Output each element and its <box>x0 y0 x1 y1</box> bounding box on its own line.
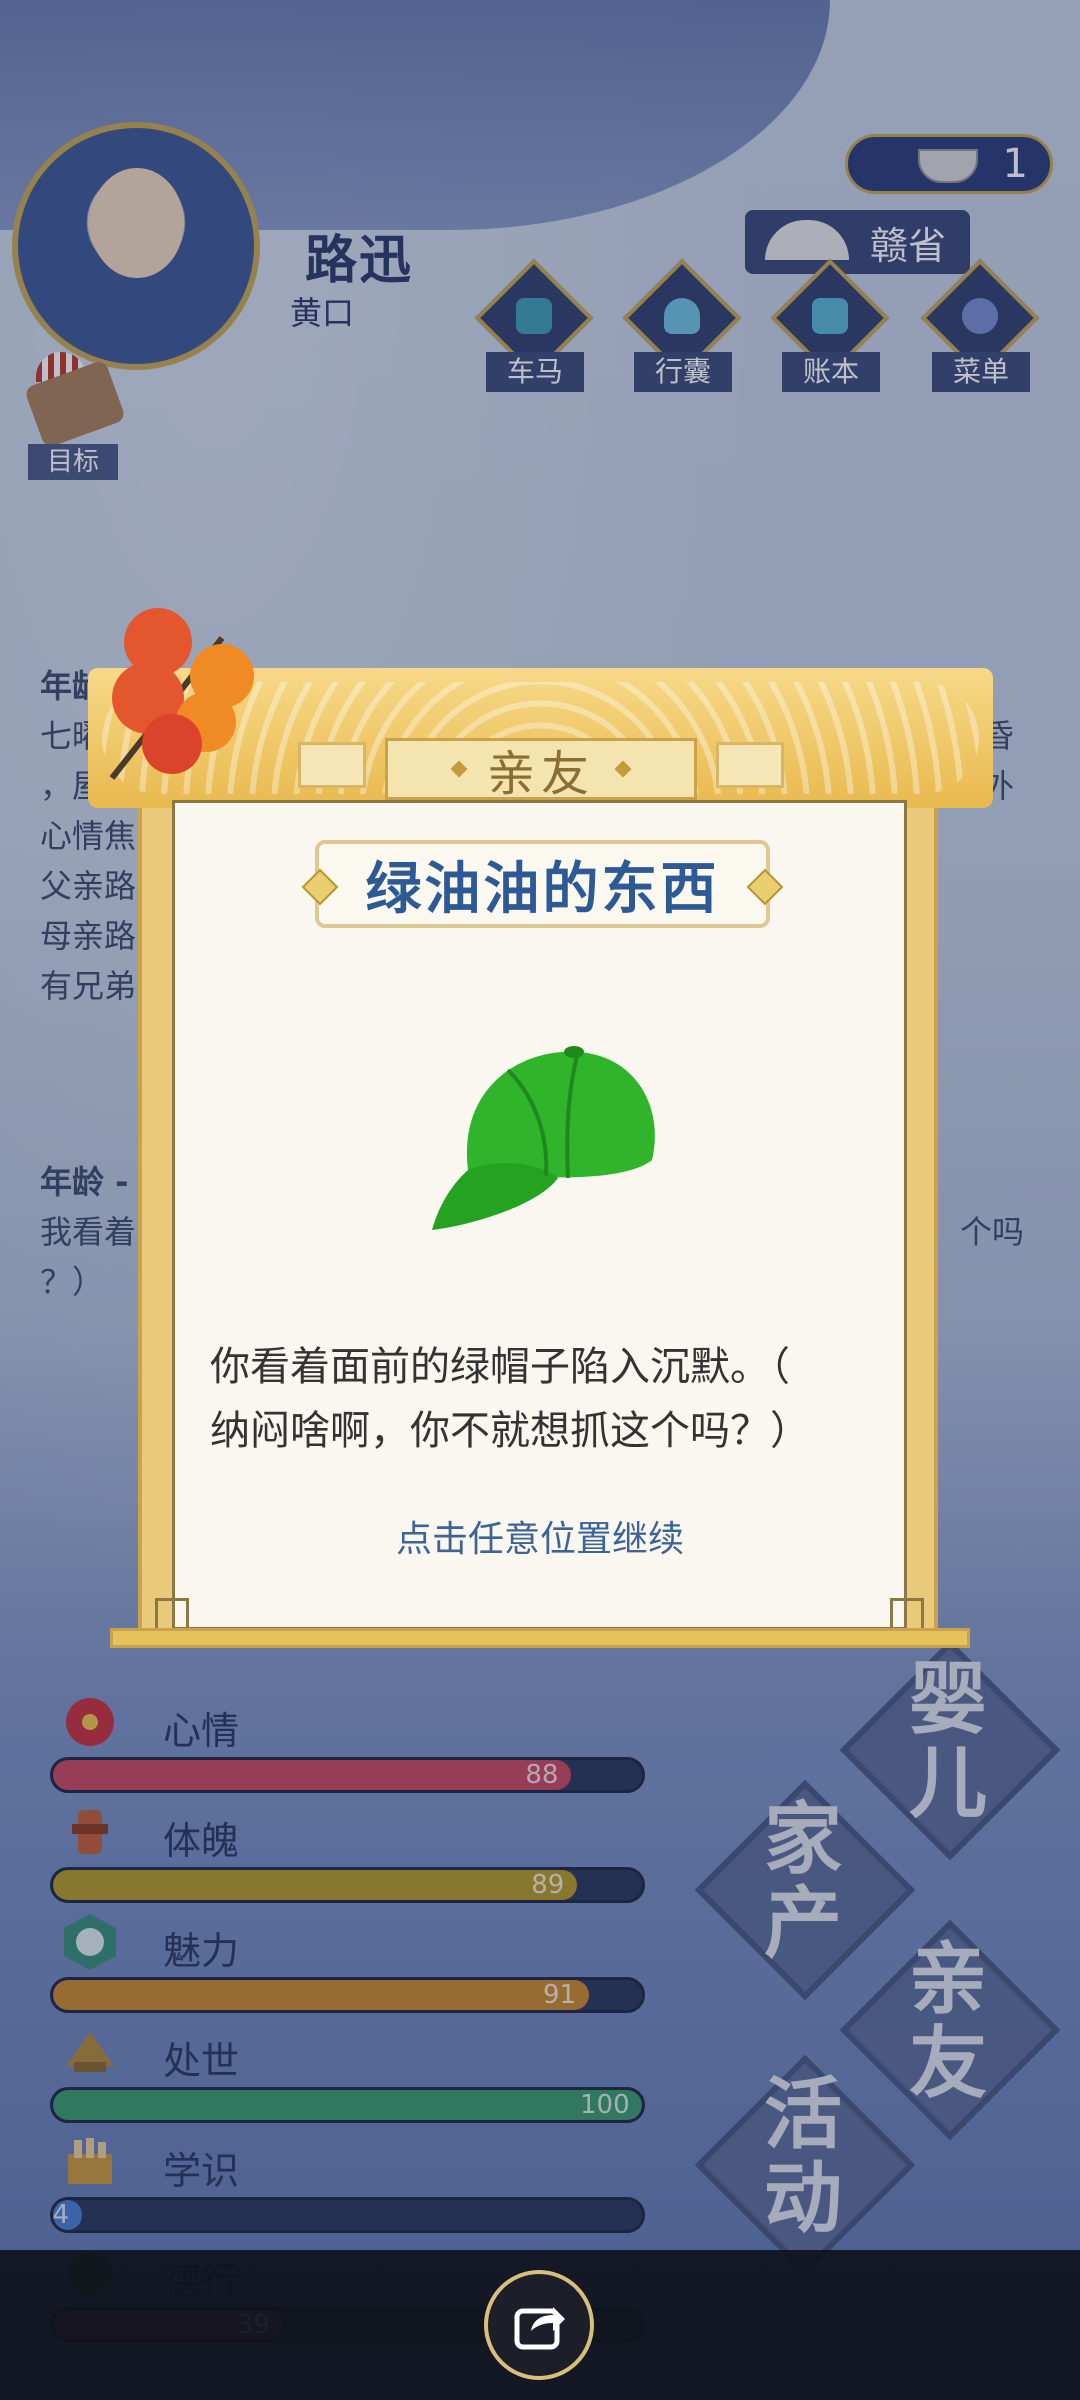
header-ornament-right <box>716 742 784 788</box>
frame-corner <box>155 1598 189 1632</box>
item-name: 绿油油的东西 <box>365 856 720 922</box>
tanghulu-icon <box>109 608 254 780</box>
ornament-dot <box>614 760 632 778</box>
ornament-dot <box>450 760 468 778</box>
share-button[interactable] <box>484 2270 594 2380</box>
share-icon <box>514 2307 565 2350</box>
green-cap-icon <box>432 1046 655 1230</box>
modal-base <box>110 1628 970 1648</box>
item-name-plate: 绿油油的东西 <box>301 840 784 928</box>
modal-message-line: 纳闷啥啊，你不就想抓这个吗？） <box>210 1408 810 1454</box>
modal-message: 你看着面前的绿帽子陷入沉默。（ 纳闷啥啊，你不就想抓这个吗？） <box>210 1335 880 1463</box>
modal-message-line: 你看着面前的绿帽子陷入沉默。（ <box>210 1344 790 1390</box>
header-ornament-left <box>298 742 366 788</box>
continue-hint[interactable]: 点击任意位置继续 <box>210 1510 870 1562</box>
modal-category: 亲友 <box>486 746 595 802</box>
frame-corner <box>890 1598 924 1632</box>
modal-category-tab: 亲友 <box>385 738 697 802</box>
